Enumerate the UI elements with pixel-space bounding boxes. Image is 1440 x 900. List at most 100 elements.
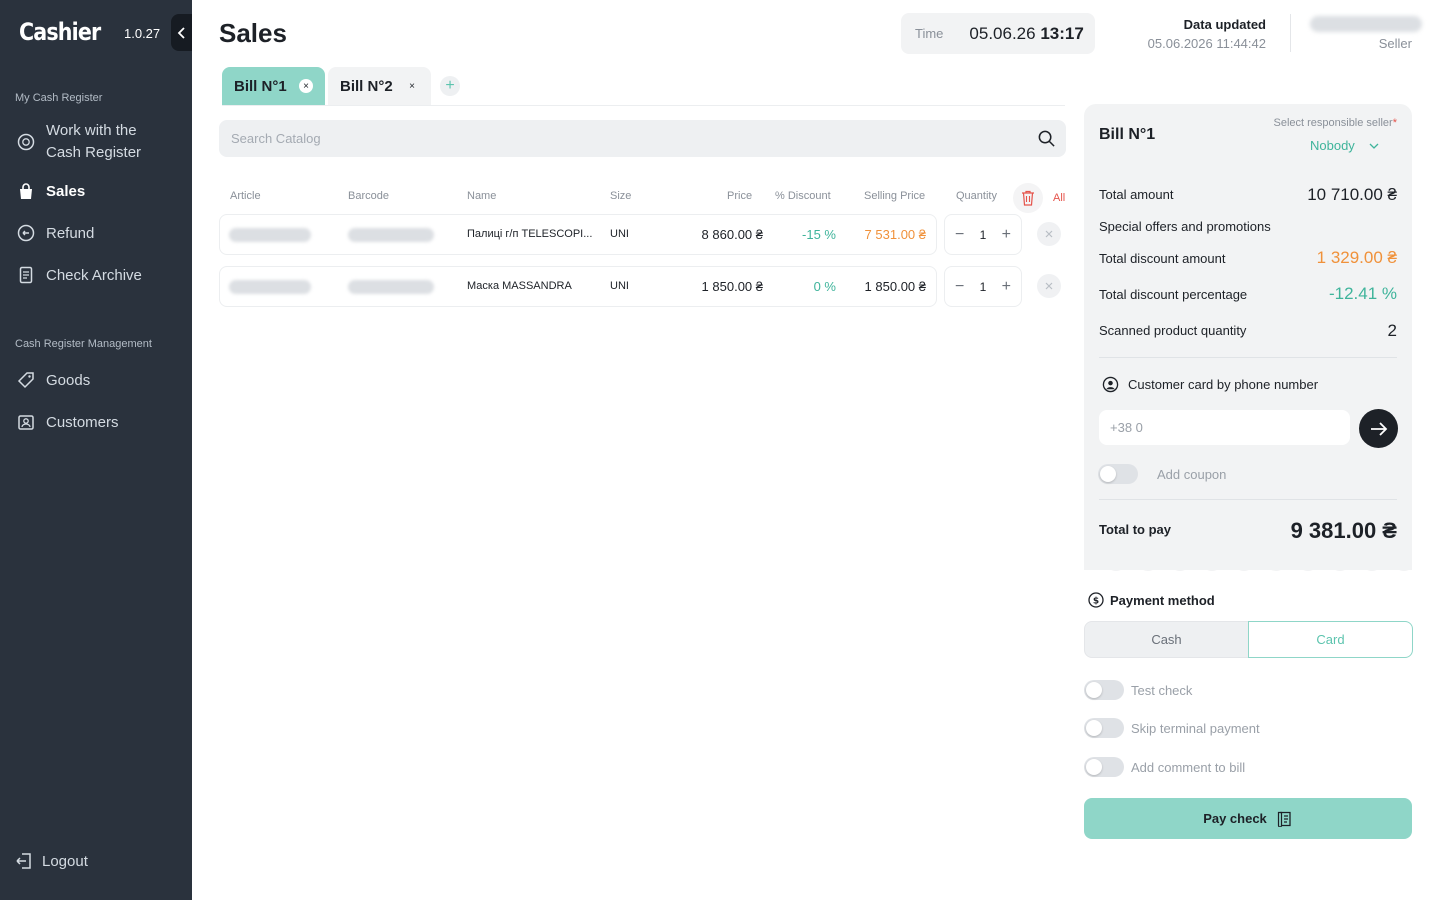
phone-input[interactable]	[1099, 410, 1350, 445]
payment-cash-button[interactable]: Cash	[1084, 621, 1249, 658]
delete-all-link[interactable]: All	[1053, 192, 1065, 204]
data-updated-value: 05.06.2026 11:44:42	[1147, 36, 1266, 51]
add-comment-label: Add comment to bill	[1131, 760, 1246, 775]
shopping-bag-icon	[16, 181, 36, 201]
quantity-stepper[interactable]: − 1 +	[944, 266, 1022, 307]
sidebar-item-label: Sales	[46, 182, 86, 200]
sidebar-item-customers[interactable]: Customers	[16, 412, 119, 432]
logout-icon	[14, 851, 34, 871]
product-size: UNI	[610, 280, 629, 292]
column-header-quantity: Quantity	[956, 190, 997, 202]
skip-terminal-toggle[interactable]	[1084, 718, 1124, 738]
article-redacted	[229, 228, 311, 242]
seller-select[interactable]: Nobody	[1310, 138, 1379, 153]
barcode-redacted	[348, 280, 434, 294]
payment-method-title: $ Payment method	[1088, 592, 1215, 608]
total-pay-value: 9 381.00 ₴	[1290, 518, 1397, 543]
discount-amount-value: 1 329.00 ₴	[1316, 248, 1397, 267]
page-title: Sales	[219, 18, 287, 48]
total-divider	[1099, 499, 1397, 500]
data-updated-label: Data updated	[1183, 17, 1266, 32]
add-comment-toggle[interactable]	[1084, 757, 1124, 777]
coupon-label: Add coupon	[1157, 467, 1227, 482]
seller-select-label: Select responsible seller*	[1273, 117, 1397, 129]
tab-label: Bill N°2	[340, 77, 393, 95]
svg-text:$: $	[1093, 597, 1099, 607]
sidebar-item-check-archive[interactable]: Check Archive	[16, 265, 142, 285]
coupon-toggle[interactable]	[1098, 464, 1138, 484]
sidebar-item-label: Cash Register	[46, 144, 142, 161]
trash-icon	[1022, 190, 1034, 206]
sidebar-item-label: Customers	[46, 413, 119, 431]
submit-phone-button[interactable]	[1359, 409, 1398, 448]
column-header-name: Name	[467, 190, 497, 202]
receipt-icon	[1277, 811, 1291, 827]
coin-icon	[16, 132, 36, 152]
plus-icon[interactable]: +	[1002, 226, 1011, 244]
close-icon[interactable]: ×	[299, 79, 313, 93]
product-discount: -15 %	[802, 227, 836, 242]
search-input[interactable]	[219, 120, 1066, 157]
receipt-edge	[1084, 562, 1412, 571]
product-selling-price: 1 850.00 ₴	[864, 279, 926, 294]
test-check-label: Test check	[1131, 683, 1193, 698]
scanned-quantity-label: Scanned product quantity	[1099, 323, 1247, 338]
skip-terminal-label: Skip terminal payment	[1131, 721, 1260, 736]
user-circle-icon	[1102, 376, 1119, 393]
section-title-management: Cash Register Management	[15, 338, 152, 350]
product-price: 1 850.00 ₴	[701, 279, 763, 294]
logout-button[interactable]: Logout	[14, 851, 88, 871]
payment-method-text: Payment method	[1110, 592, 1215, 608]
sidebar-item-refund[interactable]: Refund	[16, 223, 94, 243]
chevron-left-icon	[177, 26, 185, 39]
required-marker: *	[1392, 117, 1397, 129]
minus-icon[interactable]: −	[955, 226, 964, 244]
barcode-redacted	[348, 228, 434, 242]
quantity-stepper[interactable]: − 1 +	[944, 214, 1022, 255]
bill-tabs: Bill N°1 × Bill N°2 × +	[222, 67, 460, 105]
column-header-discount: % Discount	[775, 190, 831, 202]
sidebar-item-goods[interactable]: Goods	[16, 370, 90, 390]
tab-label: Bill N°1	[234, 77, 287, 95]
sidebar-item-label: Check Archive	[46, 266, 142, 284]
product-price: 8 860.00 ₴	[701, 227, 763, 242]
tag-icon	[16, 370, 36, 390]
sidebar-item-label: Refund	[46, 224, 95, 242]
sidebar-item-sales[interactable]: Sales	[16, 181, 85, 201]
tab-bill-2[interactable]: Bill N°2 ×	[328, 67, 431, 105]
test-check-toggle[interactable]	[1084, 680, 1124, 700]
brand-logo: Cashier	[19, 18, 101, 46]
minus-icon[interactable]: −	[955, 278, 964, 296]
remove-row-button[interactable]	[1037, 222, 1061, 246]
customers-icon	[16, 412, 36, 432]
payment-card-button[interactable]: Card	[1248, 621, 1413, 658]
sidebar-item-work-register[interactable]: Work with the Cash Register	[16, 120, 141, 164]
search-icon[interactable]	[1037, 129, 1056, 148]
total-amount-label: Total amount	[1099, 187, 1174, 202]
summary-divider	[1099, 357, 1397, 358]
quantity-value: 1	[979, 227, 987, 242]
time-clock: 13:17	[1040, 23, 1084, 43]
pay-check-button[interactable]: Pay check	[1084, 798, 1412, 839]
delete-all-button[interactable]	[1013, 183, 1043, 213]
tab-bill-1[interactable]: Bill N°1 ×	[222, 67, 325, 105]
close-icon[interactable]: ×	[405, 79, 419, 93]
product-size: UNI	[610, 228, 629, 240]
column-header-price: Price	[727, 190, 753, 202]
data-updated: Data updated 05.06.2026 11:44:42	[1148, 17, 1266, 51]
discount-percent-label: Total discount percentage	[1099, 287, 1248, 302]
plus-icon[interactable]: +	[1002, 278, 1011, 296]
special-offers-label: Special offers and promotions	[1099, 219, 1271, 234]
bill-title: Bill N°1	[1099, 126, 1156, 143]
remove-row-button[interactable]	[1037, 274, 1061, 298]
add-tab-button[interactable]: +	[440, 76, 460, 96]
dollar-circle-icon: $	[1088, 592, 1104, 608]
chevron-down-icon	[1369, 143, 1379, 149]
column-header-selling-price: Selling Price	[864, 190, 926, 202]
scanned-quantity-value: 2	[1387, 321, 1397, 340]
article-redacted	[229, 280, 311, 294]
collapse-sidebar-button[interactable]	[171, 14, 192, 51]
column-header-article: Article	[230, 190, 261, 202]
seller-select-value: Nobody	[1310, 138, 1355, 153]
product-name: Палиці г/п TELESCOPI...	[467, 228, 593, 240]
